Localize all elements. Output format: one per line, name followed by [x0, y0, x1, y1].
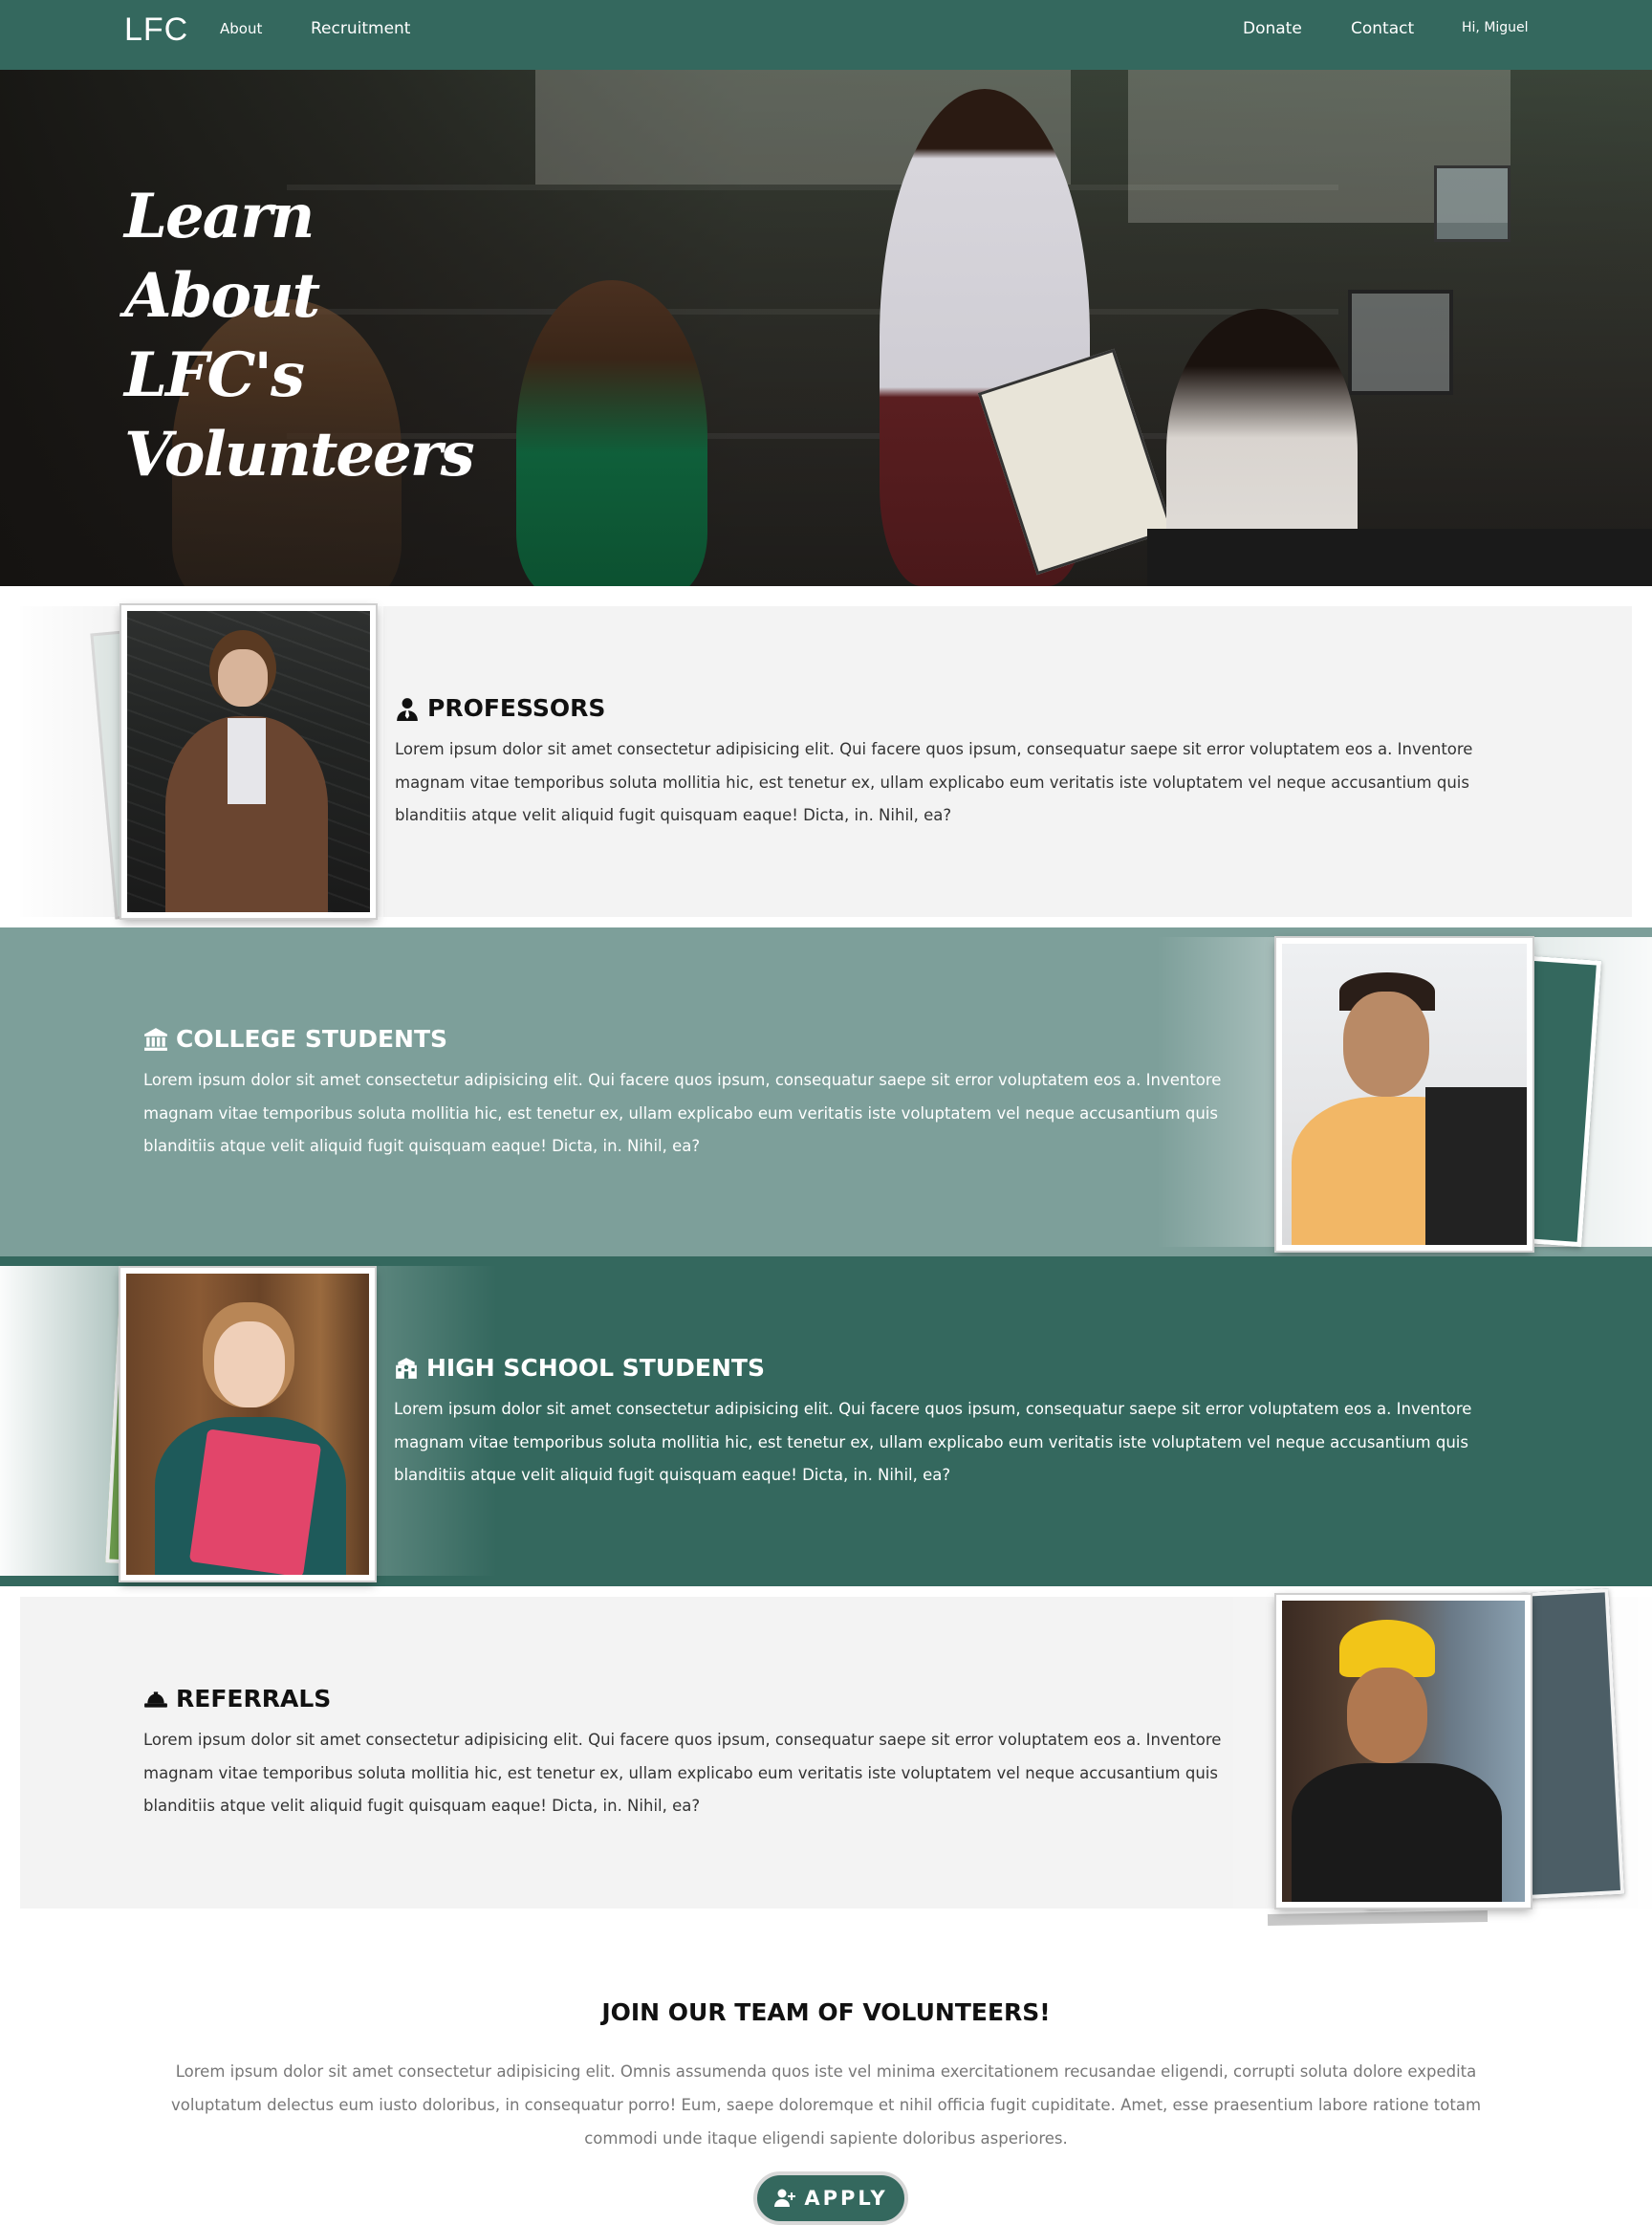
worker-photo [1276, 1595, 1531, 1908]
university-icon [144, 1027, 167, 1051]
section-college-students: COLLEGE STUDENTS Lorem ipsum dolor sit a… [0, 927, 1652, 1256]
section-title: COLLEGE STUDENTS [176, 1025, 448, 1053]
section-title: HIGH SCHOOL STUDENTS [426, 1354, 765, 1382]
section-description: Lorem ipsum dolor sit amet consectetur a… [143, 1731, 1222, 1815]
nav-link-recruitment[interactable]: Recruitment [311, 19, 410, 38]
join-section: JOIN OUR TEAM OF VOLUNTEERS! Lorem ipsum… [0, 1998, 1652, 2155]
hero-banner: Learn About LFC's Volunteers [0, 70, 1652, 586]
apply-button-label: APPLY [804, 2187, 888, 2210]
section-title: PROFESSORS [427, 694, 606, 722]
section-description: Lorem ipsum dolor sit amet consectetur a… [395, 740, 1473, 824]
nav-link-about[interactable]: About [220, 20, 262, 37]
section-description: Lorem ipsum dolor sit amet consectetur a… [143, 1071, 1222, 1155]
user-plus-icon [774, 2189, 796, 2207]
nav-link-contact[interactable]: Contact [1351, 19, 1414, 38]
section-college-content: COLLEGE STUDENTS Lorem ipsum dolor sit a… [143, 1025, 1262, 1164]
section-professors: PROFESSORS Lorem ipsum dolor sit amet co… [20, 605, 1632, 920]
join-title: JOIN OUR TEAM OF VOLUNTEERS! [601, 1998, 1051, 2026]
join-description: Lorem ipsum dolor sit amet consectetur a… [170, 2062, 1482, 2148]
top-navbar: LFC About Recruitment Donate Contact Hi,… [0, 0, 1652, 70]
college-student-photo [1276, 938, 1532, 1251]
site-logo[interactable]: LFC [124, 11, 188, 49]
user-tie-icon [397, 697, 418, 721]
professor-photo [121, 605, 376, 918]
high-school-student-photo [120, 1268, 375, 1581]
section-referrals: REFERRALS Lorem ipsum dolor sit amet con… [20, 1588, 1652, 1927]
section-description: Lorem ipsum dolor sit amet consectetur a… [394, 1400, 1472, 1484]
section-professors-content: PROFESSORS Lorem ipsum dolor sit amet co… [395, 694, 1542, 833]
apply-button[interactable]: APPLY [753, 2171, 908, 2225]
hard-hat-icon [144, 1691, 167, 1708]
nav-link-donate[interactable]: Donate [1243, 19, 1302, 38]
section-title: REFERRALS [176, 1685, 332, 1712]
school-icon [396, 1357, 417, 1379]
section-professors-heading: PROFESSORS [395, 694, 1542, 722]
section-referrals-content: REFERRALS Lorem ipsum dolor sit amet con… [143, 1685, 1272, 1823]
section-highschool-heading: HIGH SCHOOL STUDENTS [394, 1354, 1522, 1382]
section-college-heading: COLLEGE STUDENTS [143, 1025, 1262, 1053]
section-high-school-students: HIGH SCHOOL STUDENTS Lorem ipsum dolor s… [0, 1256, 1652, 1586]
section-referrals-heading: REFERRALS [143, 1685, 1272, 1712]
hero-title: Learn About LFC's Volunteers [124, 181, 475, 491]
section-highschool-content: HIGH SCHOOL STUDENTS Lorem ipsum dolor s… [394, 1354, 1522, 1493]
user-greeting-link[interactable]: Hi, Miguel [1462, 20, 1529, 35]
